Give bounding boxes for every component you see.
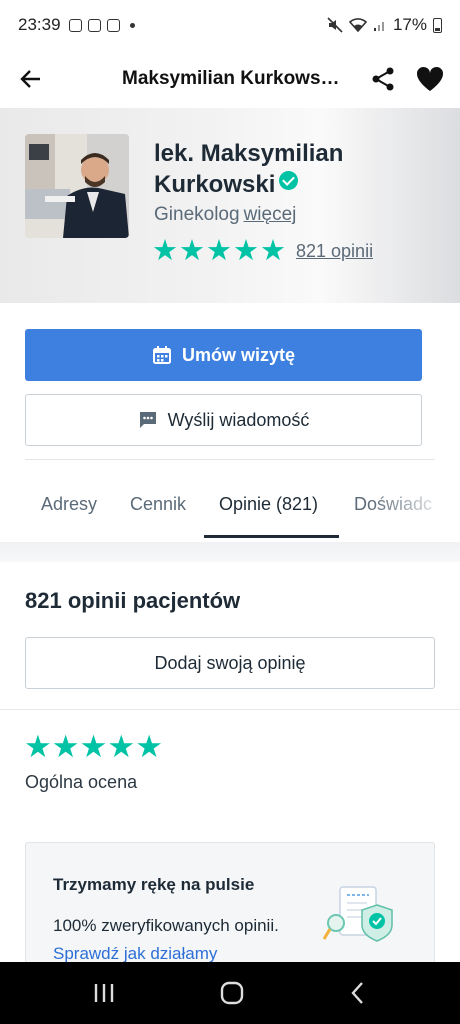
rating-row: ★ ★ ★ ★ ★ 821 opinii bbox=[152, 237, 373, 266]
gallery-notification-icon bbox=[68, 18, 82, 32]
back-button[interactable] bbox=[16, 64, 46, 94]
specialty-text: Ginekolog bbox=[154, 204, 240, 225]
reviews-heading: 821 opinii pacjentów bbox=[25, 588, 241, 613]
recent-apps-button[interactable] bbox=[92, 982, 116, 1004]
overall-rating-label: Ogólna ocena bbox=[25, 772, 138, 792]
tab-addresses[interactable]: Adresy bbox=[41, 494, 97, 515]
system-back-button[interactable] bbox=[348, 981, 368, 1005]
star-icon: ★ bbox=[107, 729, 136, 764]
star-icon: ★ bbox=[79, 729, 108, 764]
star-icon: ★ bbox=[260, 235, 286, 267]
star-icon: ★ bbox=[24, 729, 52, 764]
status-time: 23:39 bbox=[18, 15, 61, 34]
more-notifications-dot-icon bbox=[129, 22, 135, 28]
tab-experience[interactable]: Doświadc bbox=[354, 494, 432, 515]
wifi-icon bbox=[348, 18, 367, 32]
book-appointment-button[interactable]: Umów wizytę bbox=[25, 329, 422, 381]
doctor-profile-header: lek. Maksymilian Kurkowski Ginekolog więc… bbox=[0, 108, 460, 303]
tab-reviews[interactable]: Opinie (821) bbox=[219, 494, 318, 515]
verified-reviews-illustration-icon bbox=[322, 886, 393, 942]
share-button[interactable] bbox=[370, 66, 396, 92]
star-icon: ★ bbox=[51, 729, 80, 764]
signal-icon bbox=[373, 22, 384, 31]
add-review-button[interactable]: Dodaj swoją opinię bbox=[25, 637, 435, 689]
instagram-notification-icon-2 bbox=[106, 18, 120, 32]
profile-tabs: Adresy Cennik Opinie (821) Doświadc bbox=[0, 478, 460, 538]
favorite-button[interactable] bbox=[416, 66, 444, 92]
calendar-icon bbox=[152, 346, 171, 364]
reviews-count-link[interactable]: 821 opinii bbox=[296, 241, 373, 262]
add-review-label: Dodaj swoją opinię bbox=[154, 652, 306, 673]
how-we-work-link[interactable]: Sprawdź jak działamy bbox=[53, 944, 217, 964]
share-icon bbox=[372, 67, 394, 91]
star-icon: ★ bbox=[152, 235, 178, 267]
tab-prices[interactable]: Cennik bbox=[130, 494, 186, 515]
active-tab-indicator bbox=[204, 535, 339, 538]
arrow-left-icon bbox=[20, 70, 40, 88]
home-icon bbox=[220, 981, 244, 1005]
star-icon: ★ bbox=[233, 235, 259, 267]
star-icon: ★ bbox=[179, 235, 205, 267]
mute-icon bbox=[327, 17, 343, 33]
app-bar: Maksymilian Kurkows… bbox=[0, 50, 460, 108]
star-icon: ★ bbox=[135, 729, 163, 764]
star-icon: ★ bbox=[206, 235, 232, 267]
chevron-left-icon bbox=[351, 982, 364, 1004]
divider bbox=[0, 709, 460, 710]
section-separator bbox=[0, 542, 460, 562]
send-message-button[interactable]: Wyślij wiadomość bbox=[25, 394, 422, 446]
doctor-photo-image bbox=[25, 134, 129, 238]
battery-percent: 17% bbox=[392, 15, 427, 34]
doctor-name-text: lek. Maksymilian Kurkowski bbox=[154, 140, 344, 198]
instagram-notification-icon bbox=[87, 18, 101, 32]
book-appointment-label: Umów wizytę bbox=[181, 344, 296, 365]
doctor-name: lek. Maksymilian Kurkowski bbox=[154, 138, 394, 200]
battery-icon bbox=[433, 17, 442, 33]
heart-icon bbox=[416, 66, 444, 91]
send-message-label: Wyślij wiadomość bbox=[167, 409, 310, 430]
page-title: Maksymilian Kurkows… bbox=[122, 68, 340, 89]
overall-rating-stars: ★ ★ ★ ★ ★ bbox=[24, 731, 163, 762]
specialty: Ginekolog więcej bbox=[154, 204, 296, 226]
verified-badge-icon bbox=[279, 171, 299, 190]
verification-info-box: Trzymamy rękę na pulsie 100% zweryfikowa… bbox=[25, 842, 435, 972]
info-box-title: Trzymamy rękę na pulsie bbox=[53, 875, 255, 894]
system-navigation-bar bbox=[0, 962, 460, 1024]
notification-icons bbox=[68, 18, 135, 32]
doctor-photo[interactable] bbox=[25, 134, 129, 238]
home-button[interactable] bbox=[219, 980, 245, 1006]
more-specialties-link[interactable]: więcej bbox=[244, 204, 297, 225]
info-box-text: 100% zweryfikowanych opinii. bbox=[53, 916, 279, 935]
message-icon bbox=[139, 412, 156, 428]
recent-apps-icon bbox=[94, 984, 113, 1002]
status-bar: 23:39 17% bbox=[0, 0, 460, 50]
divider bbox=[25, 459, 435, 460]
